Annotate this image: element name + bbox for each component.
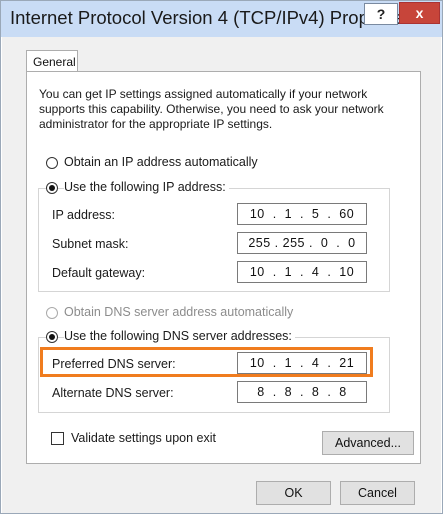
use-following-dns-radio[interactable]	[46, 331, 58, 343]
use-following-dns-label[interactable]: Use the following DNS server addresses:	[64, 329, 295, 343]
preferred-dns-highlight-box	[40, 347, 373, 377]
default-gateway-label: Default gateway:	[52, 266, 146, 280]
alternate-dns-input[interactable]: 8 . 8 . 8 . 8	[237, 381, 367, 403]
title-bar[interactable]: Internet Protocol Version 4 (TCP/IPv4) P…	[1, 1, 442, 37]
subnet-mask-input[interactable]: 255 . 255 . 0 . 0	[237, 232, 367, 254]
ip-address-label: IP address:	[52, 208, 116, 222]
validate-settings-label[interactable]: Validate settings upon exit	[71, 431, 216, 445]
obtain-dns-auto-label[interactable]: Obtain DNS server address automatically	[64, 305, 293, 319]
obtain-ip-auto-radio[interactable]	[46, 157, 58, 169]
tab-general[interactable]: General	[26, 50, 78, 72]
close-button[interactable]: x	[399, 2, 440, 24]
window-title: Internet Protocol Version 4 (TCP/IPv4) P…	[10, 7, 415, 28]
ok-button[interactable]: OK	[256, 481, 331, 505]
default-gateway-input[interactable]: 10 . 1 . 4 . 10	[237, 261, 367, 283]
help-button[interactable]: ?	[364, 3, 398, 25]
radio-selected-dot	[49, 334, 55, 340]
alternate-dns-label: Alternate DNS server:	[52, 386, 174, 400]
ip-address-input[interactable]: 10 . 1 . 5 . 60	[237, 203, 367, 225]
radio-selected-dot	[49, 185, 55, 191]
use-following-ip-radio[interactable]	[46, 182, 58, 194]
advanced-button[interactable]: Advanced...	[322, 431, 414, 455]
intro-text: You can get IP settings assigned automat…	[39, 87, 384, 131]
use-following-ip-label[interactable]: Use the following IP address:	[64, 180, 229, 194]
cancel-button[interactable]: Cancel	[340, 481, 415, 505]
subnet-mask-label: Subnet mask:	[52, 237, 129, 251]
obtain-dns-auto-radio[interactable]	[46, 307, 58, 319]
obtain-ip-auto-label[interactable]: Obtain an IP address automatically	[64, 155, 258, 169]
validate-settings-checkbox[interactable]	[51, 432, 64, 445]
